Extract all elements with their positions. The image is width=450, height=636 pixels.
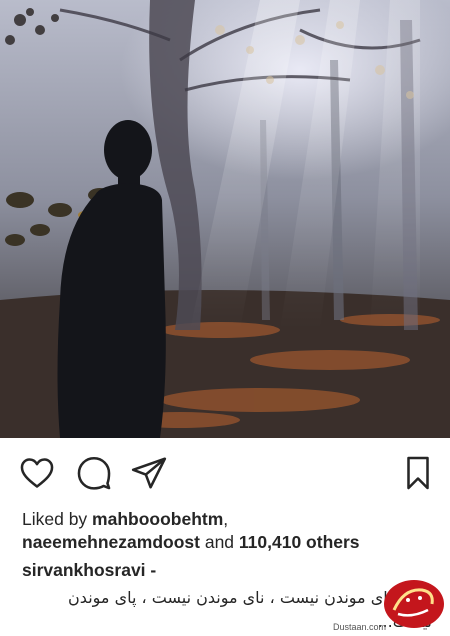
- liked-and-label: and: [199, 532, 239, 552]
- post-owner-username[interactable]: sirvankhosravi -: [22, 559, 156, 582]
- bookmark-icon[interactable]: [402, 454, 434, 492]
- liked-user-link[interactable]: naeemehnezamdoost: [22, 532, 200, 552]
- forest-photo: [0, 0, 450, 438]
- liked-by-label: Liked by: [22, 509, 93, 529]
- heart-icon[interactable]: [18, 454, 56, 492]
- action-bar: [0, 438, 450, 504]
- likes-summary: Liked by mahbooobehtm, naeemehnezamdoost…: [22, 508, 432, 554]
- comment-icon[interactable]: [75, 454, 113, 492]
- liked-others-link[interactable]: 110,410 others: [239, 532, 360, 552]
- liked-user-link[interactable]: mahbooobehtm: [92, 509, 223, 529]
- site-logo: [382, 574, 446, 630]
- share-icon[interactable]: [130, 454, 168, 492]
- liked-separator: ,: [223, 509, 229, 529]
- post-photo[interactable]: [0, 0, 450, 438]
- watermark-site: Dustaan.com: [332, 622, 386, 632]
